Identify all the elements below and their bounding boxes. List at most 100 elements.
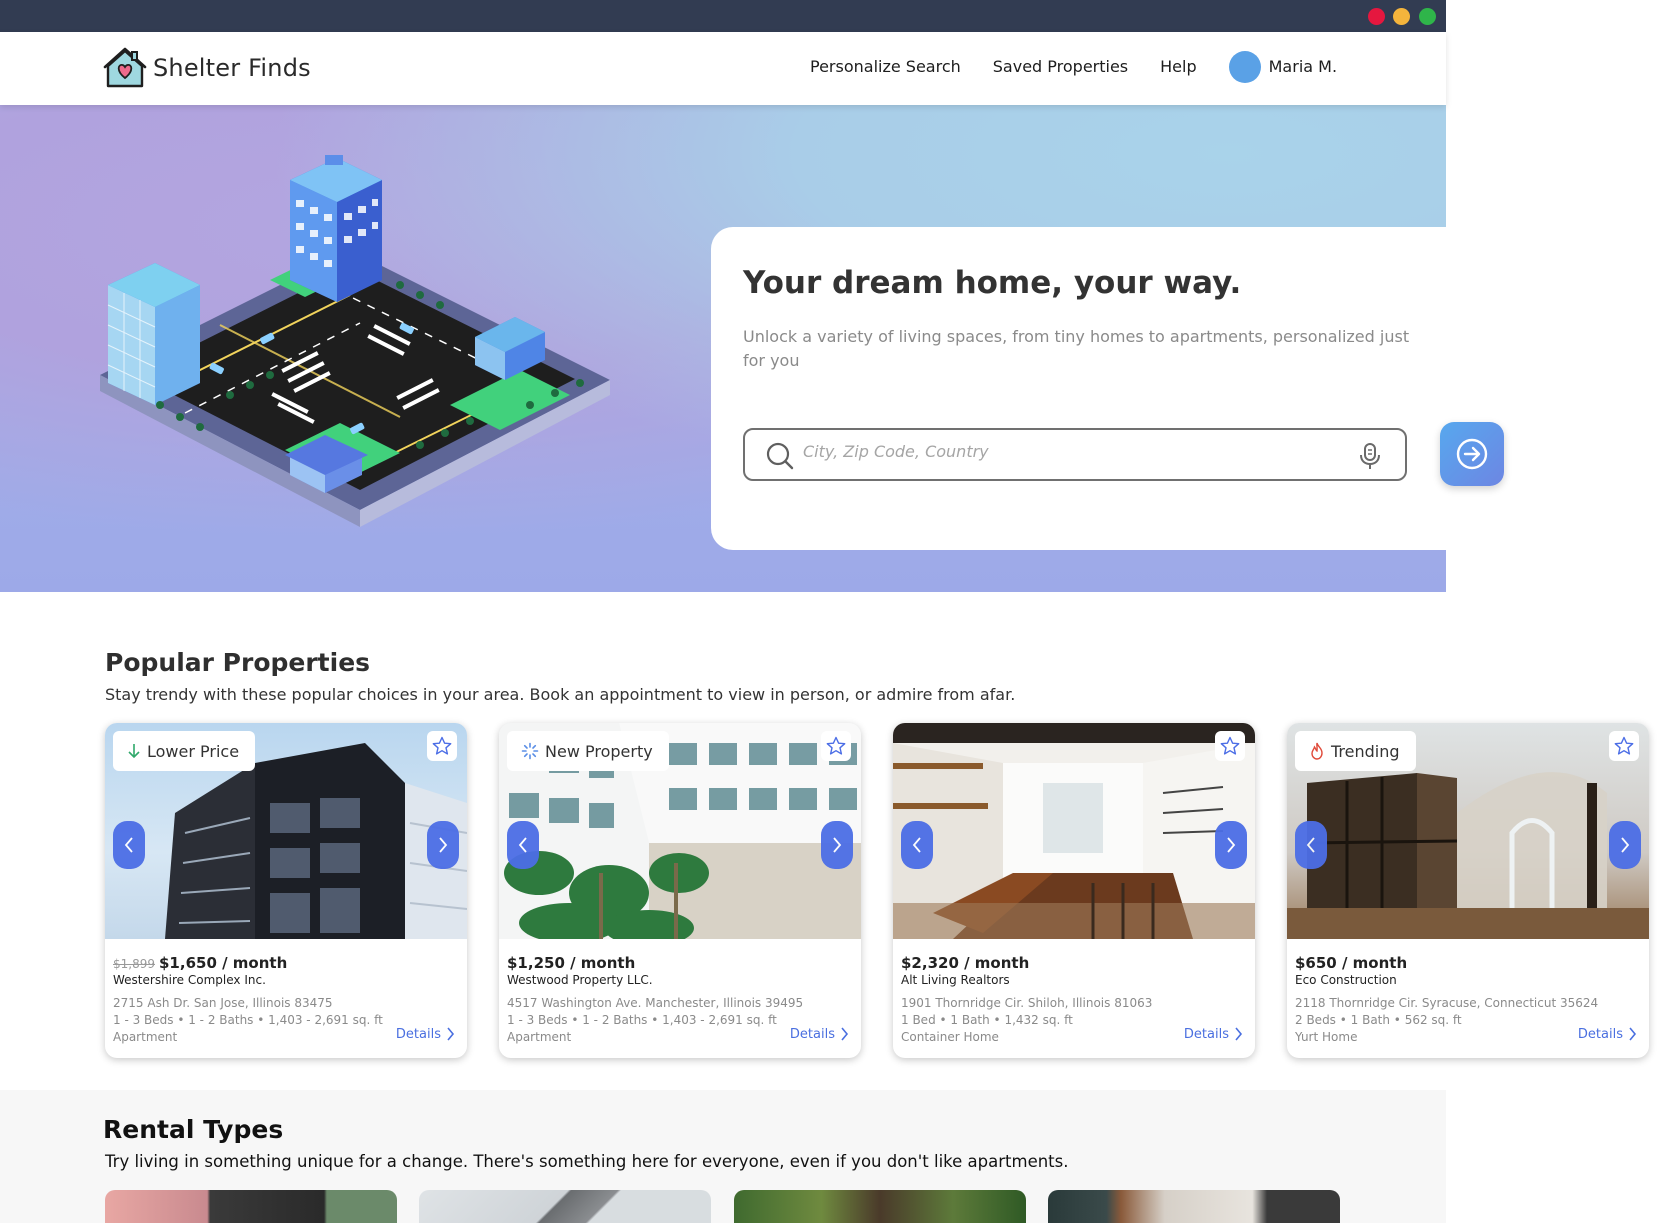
property-card[interactable]: $2,320 / month Alt Living Realtors 1901 … [893, 723, 1255, 1058]
previous-photo-button[interactable] [507, 821, 539, 869]
next-photo-button[interactable] [427, 821, 459, 869]
price: $2,320 / month [901, 954, 1030, 972]
sparkle-loader-icon [521, 742, 539, 760]
previous-photo-button[interactable] [113, 821, 145, 869]
rental-type-thumbnail[interactable] [105, 1190, 397, 1223]
chevron-right-icon [1621, 837, 1630, 853]
chevron-left-icon [124, 837, 133, 853]
new-property-badge: New Property [507, 731, 669, 771]
popular-properties-subtitle: Stay trendy with these popular choices i… [105, 685, 1016, 704]
microphone-icon[interactable] [1357, 441, 1383, 471]
brand-name: Shelter Finds [153, 54, 311, 82]
chevron-right-icon [833, 837, 842, 853]
details-label: Details [1183, 1026, 1229, 1042]
search-submit-button[interactable] [1440, 422, 1504, 486]
arrow-down-icon [128, 744, 140, 759]
hero-subtitle: Unlock a variety of living spaces, from … [743, 327, 1410, 370]
hero-banner: Your dream home, your way. Unlock a vari… [0, 105, 1446, 592]
nav-personalize-search[interactable]: Personalize Search [810, 50, 961, 84]
details-label: Details [789, 1026, 835, 1042]
minimize-window-button[interactable] [1393, 8, 1410, 25]
rental-types-title: Rental Types [103, 1115, 284, 1144]
property-card[interactable]: New Property $1,250 / month Westwood Pro… [499, 723, 861, 1058]
chevron-right-icon [439, 837, 448, 853]
rental-type-thumbnail[interactable] [419, 1190, 711, 1223]
chevron-right-icon [1227, 837, 1236, 853]
isometric-city-illustration [100, 155, 610, 527]
favorite-button[interactable] [1609, 731, 1639, 761]
rental-type-thumbnail[interactable] [734, 1190, 1026, 1223]
details-link[interactable]: Details [1184, 1026, 1243, 1042]
star-icon [1614, 736, 1634, 755]
favorite-button[interactable] [427, 731, 457, 761]
search-icon [766, 442, 794, 470]
badge-label: Lower Price [147, 741, 240, 761]
brand-logo[interactable]: Shelter Finds [103, 46, 311, 90]
trending-badge: Trending [1295, 731, 1416, 771]
rental-types-subtitle: Try living in something unique for a cha… [105, 1152, 1069, 1171]
previous-photo-button[interactable] [901, 821, 933, 869]
chevron-right-icon [1629, 1027, 1637, 1041]
property-company: Westwood Property LLC. [507, 973, 653, 987]
maximize-window-button[interactable] [1419, 8, 1436, 25]
property-address: 2118 Thornridge Cir. Syracuse, Connectic… [1295, 996, 1599, 1010]
property-company: Alt Living Realtors [901, 973, 1010, 987]
old-price: $1,899 [113, 957, 155, 971]
nav-saved-properties[interactable]: Saved Properties [993, 50, 1128, 84]
star-icon [432, 736, 452, 755]
chevron-left-icon [1306, 837, 1315, 853]
property-type: Apartment [113, 1030, 178, 1044]
main-nav: Personalize Search Saved Properties Help… [810, 50, 1337, 84]
property-specs: 2 Beds • 1 Bath • 562 sq. ft [1295, 1013, 1462, 1027]
property-type: Container Home [901, 1030, 999, 1044]
rental-type-thumbnail[interactable] [1048, 1190, 1340, 1223]
next-photo-button[interactable] [1609, 821, 1641, 869]
chevron-left-icon [518, 837, 527, 853]
details-link[interactable]: Details [1578, 1026, 1637, 1042]
hero-search-card: Your dream home, your way. Unlock a vari… [711, 227, 1446, 550]
nav-help[interactable]: Help [1160, 50, 1196, 84]
star-icon [826, 736, 846, 755]
chevron-right-icon [1235, 1027, 1243, 1041]
user-avatar[interactable] [1228, 51, 1261, 83]
next-photo-button[interactable] [821, 821, 853, 869]
chevron-left-icon [912, 837, 921, 853]
popular-properties-title: Popular Properties [105, 648, 371, 677]
star-icon [1220, 736, 1240, 755]
next-photo-button[interactable] [1215, 821, 1247, 869]
property-specs: 1 - 3 Beds • 1 - 2 Baths • 1,403 - 2,691… [113, 1013, 383, 1027]
top-navbar: Shelter Finds Personalize Search Saved P… [0, 32, 1446, 105]
chevron-right-icon [841, 1027, 849, 1041]
user-name[interactable]: Maria M. [1269, 50, 1337, 84]
search-box[interactable] [743, 428, 1407, 481]
property-specs: 1 - 3 Beds • 1 - 2 Baths • 1,403 - 2,691… [507, 1013, 777, 1027]
details-label: Details [1577, 1026, 1623, 1042]
flame-icon [1311, 742, 1323, 760]
search-input[interactable] [803, 442, 1343, 461]
badge-label: Trending [1331, 741, 1400, 761]
window-title-bar [0, 0, 1446, 32]
property-company: Eco Construction [1295, 973, 1397, 987]
badge-label: New Property [545, 741, 653, 761]
property-address: 1901 Thornridge Cir. Shiloh, Illinois 81… [901, 996, 1153, 1010]
property-address: 2715 Ash Dr. San Jose, Illinois 83475 [113, 996, 333, 1010]
favorite-button[interactable] [1215, 731, 1245, 761]
property-card[interactable]: Trending $650 / month Eco Construction 2… [1287, 723, 1649, 1058]
property-price: $650 / month [1295, 954, 1407, 972]
close-window-button[interactable] [1368, 8, 1385, 25]
property-type: Yurt Home [1295, 1030, 1358, 1044]
details-link[interactable]: Details [790, 1026, 849, 1042]
property-card[interactable]: Lower Price $1,899 $1,650 / month Westers… [105, 723, 467, 1058]
details-link[interactable]: Details [396, 1026, 455, 1042]
details-label: Details [395, 1026, 441, 1042]
house-heart-icon [103, 47, 147, 88]
price: $650 / month [1295, 954, 1408, 972]
price: $1,650 / month [159, 954, 288, 972]
previous-photo-button[interactable] [1295, 821, 1327, 869]
favorite-button[interactable] [821, 731, 851, 761]
hero-title: Your dream home, your way. [743, 265, 1242, 301]
property-price: $1,899 $1,650 / month [113, 954, 287, 972]
lower-price-badge: Lower Price [113, 731, 256, 771]
property-type: Apartment [507, 1030, 572, 1044]
interior-photo-graphic [893, 723, 1255, 939]
